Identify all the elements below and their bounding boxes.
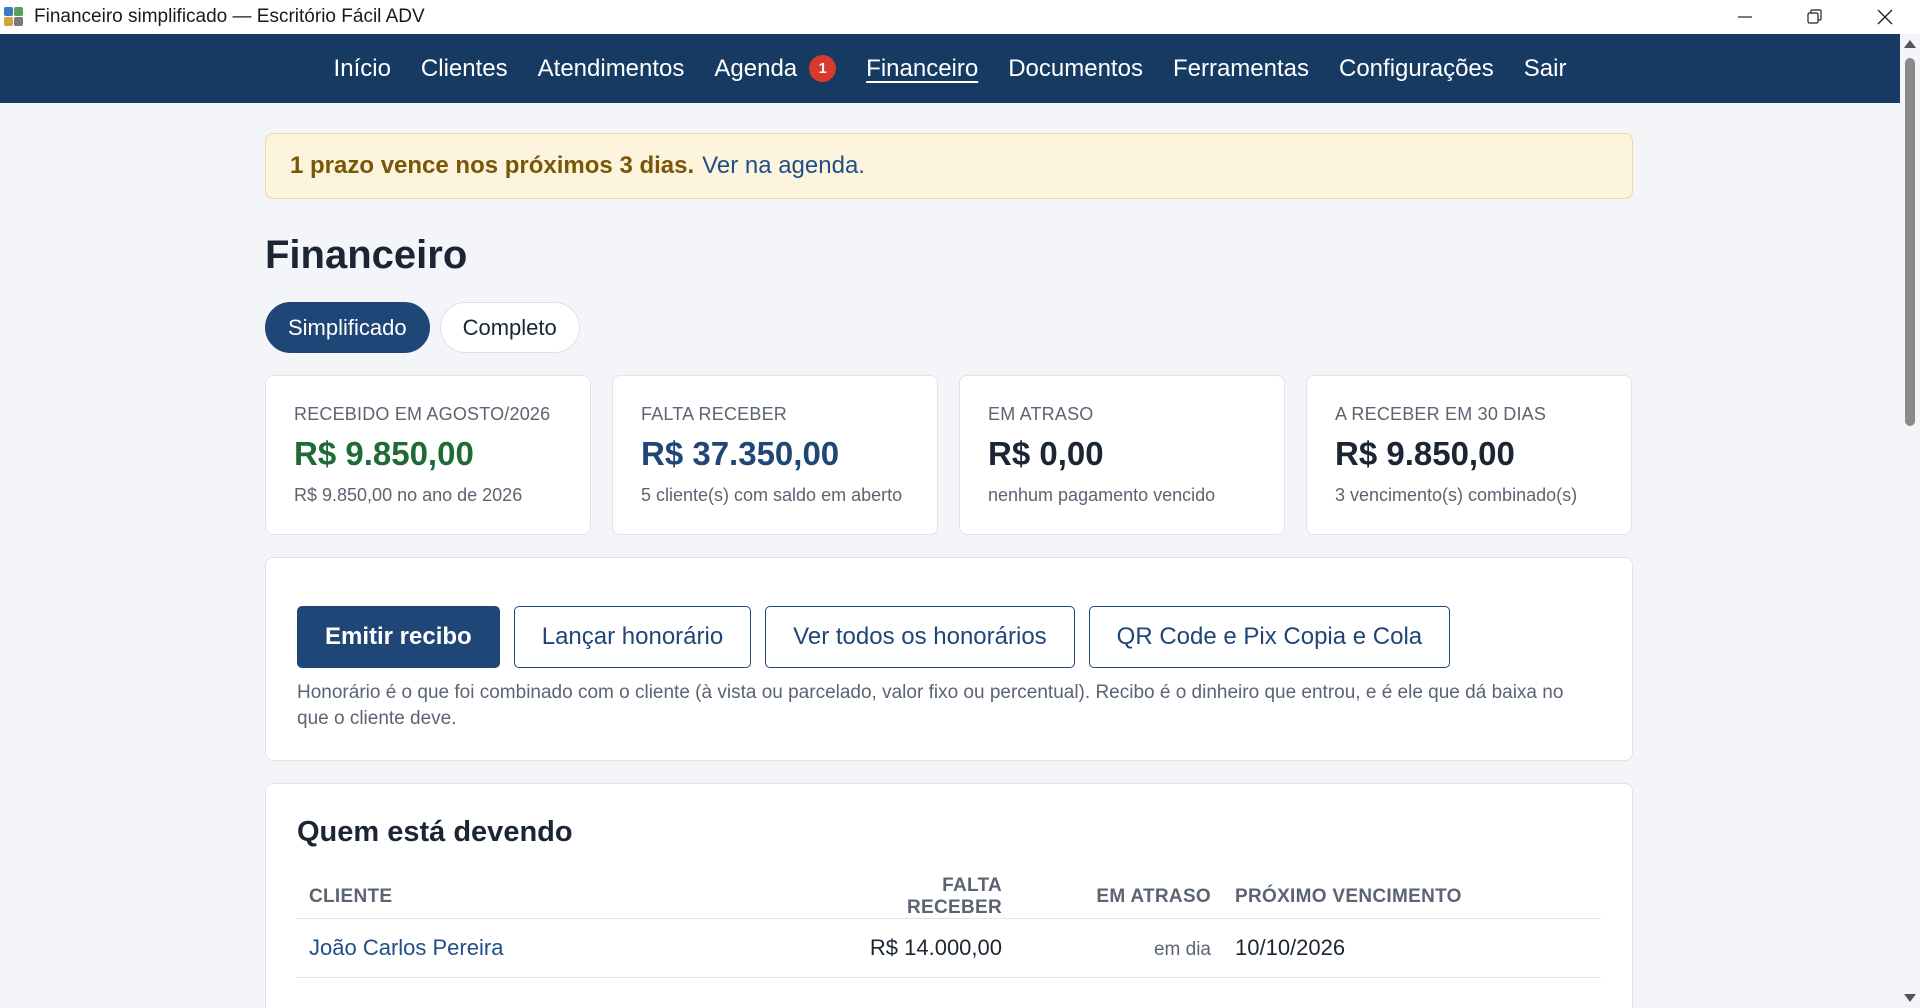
cell-next-due: 10/10/2026 (1235, 935, 1346, 960)
nav-inicio-label: Início (333, 54, 391, 82)
app-logo-icon (4, 7, 24, 27)
scroll-thumb[interactable] (1905, 58, 1915, 426)
help-text: Honorário é o que foi combinado com o cl… (297, 682, 1564, 729)
nav-documentos-label: Documentos (1008, 54, 1143, 82)
main-navbar: Início Clientes Atendimentos Agenda 1 Fin… (0, 34, 1900, 103)
stat-sub: nenhum pagamento vencido (988, 485, 1216, 505)
nav-configuracoes[interactable]: Configurações (1339, 55, 1494, 83)
add-fee-button[interactable]: Lançar honorário (513, 606, 752, 668)
nav-inicio[interactable]: Início (334, 55, 391, 83)
stat-label: FALTA RECEBER (641, 404, 787, 424)
col-header-next-due[interactable]: PRÓXIMO VENCIMENTO (1211, 886, 1462, 908)
cell-remaining: R$ 14.000,00 (869, 935, 1002, 960)
alert-agenda-link[interactable]: Ver na agenda. (702, 152, 865, 180)
page-title: Financeiro (265, 233, 468, 277)
emit-receipt-button[interactable]: Emitir recibo (297, 606, 500, 668)
restore-button[interactable] (1780, 0, 1850, 34)
stat-card-overdue: EM ATRASO R$ 0,00 nenhum pagamento venci… (959, 375, 1285, 535)
cell-overdue: em dia (1153, 939, 1211, 960)
col-header-client[interactable]: CLIENTE (297, 886, 862, 908)
stat-card-next-30-days: A RECEBER EM 30 DIAS R$ 9.850,00 3 venci… (1306, 375, 1632, 535)
stat-value: R$ 9.850,00 (294, 435, 474, 472)
table-row: João Carlos Pereira R$ 14.000,00 em dia … (297, 919, 1601, 978)
close-icon (1877, 9, 1893, 25)
vertical-scrollbar[interactable] (1900, 34, 1920, 1008)
main-content: 1 prazo vence nos próximos 3 dias. Ver n… (265, 103, 1633, 1008)
debtors-title: Quem está devendo (297, 816, 573, 848)
tab-completo[interactable]: Completo (439, 302, 580, 353)
nav-clientes[interactable]: Clientes (421, 55, 508, 83)
window-title: Financeiro simplificado — Escritório Fác… (34, 6, 425, 27)
nav-sair[interactable]: Sair (1524, 55, 1567, 83)
nav-ferramentas[interactable]: Ferramentas (1173, 55, 1309, 83)
nav-ferramentas-label: Ferramentas (1172, 54, 1309, 82)
tab-simplificado[interactable]: Simplificado (265, 302, 430, 353)
stat-label: RECEBIDO EM AGOSTO/2026 (294, 404, 551, 424)
stat-sub: R$ 9.850,00 no ano de 2026 (294, 485, 523, 505)
col-header-remaining[interactable]: FALTA RECEBER (862, 875, 1002, 919)
agenda-count-badge: 1 (809, 55, 837, 82)
nav-clientes-label: Clientes (420, 54, 508, 82)
stat-value: R$ 37.350,00 (641, 435, 840, 472)
nav-sair-label: Sair (1523, 54, 1567, 82)
window-titlebar: Financeiro simplificado — Escritório Fác… (0, 0, 1920, 34)
nav-agenda-label: Agenda (714, 54, 798, 82)
stat-card-remaining: FALTA RECEBER R$ 37.350,00 5 cliente(s) … (612, 375, 938, 535)
nav-agenda[interactable]: Agenda 1 (714, 54, 837, 83)
table-header: CLIENTE FALTA RECEBER EM ATRASO PRÓXIMO … (297, 875, 1601, 919)
minimize-icon (1738, 16, 1752, 18)
nav-financeiro[interactable]: Financeiro (866, 55, 978, 83)
col-header-overdue[interactable]: EM ATRASO (1002, 886, 1211, 908)
nav-atendimentos[interactable]: Atendimentos (538, 55, 685, 83)
summary-cards: RECEBIDO EM AGOSTO/2026 R$ 9.850,00 R$ 9… (265, 375, 1633, 535)
close-button[interactable] (1850, 0, 1920, 34)
view-mode-tabs: Simplificado Completo (265, 302, 1633, 353)
view-all-fees-button[interactable]: Ver todos os honorários (765, 606, 1075, 668)
deadline-alert: 1 prazo vence nos próximos 3 dias. Ver n… (265, 133, 1633, 199)
debtors-table: CLIENTE FALTA RECEBER EM ATRASO PRÓXIMO … (297, 875, 1601, 978)
minimize-button[interactable] (1710, 0, 1780, 34)
nav-documentos[interactable]: Documentos (1008, 55, 1143, 83)
pix-qrcode-button[interactable]: QR Code e Pix Copia e Cola (1088, 606, 1451, 668)
stat-value: R$ 9.850,00 (1335, 435, 1515, 472)
nav-configuracoes-label: Configurações (1339, 54, 1494, 82)
nav-atendimentos-label: Atendimentos (537, 54, 685, 82)
scroll-up-icon[interactable] (1904, 40, 1916, 48)
scroll-down-icon[interactable] (1904, 994, 1916, 1002)
stat-label: A RECEBER EM 30 DIAS (1335, 404, 1547, 424)
stat-card-received: RECEBIDO EM AGOSTO/2026 R$ 9.850,00 R$ 9… (265, 375, 591, 535)
stat-sub: 5 cliente(s) com saldo em aberto (641, 485, 903, 505)
debtors-card: Quem está devendo CLIENTE FALTA RECEBER … (265, 783, 1633, 1008)
stat-label: EM ATRASO (988, 404, 1094, 424)
alert-message: 1 prazo vence nos próximos 3 dias. (290, 152, 695, 179)
stat-sub: 3 vencimento(s) combinado(s) (1335, 485, 1578, 505)
restore-icon (1807, 9, 1822, 24)
nav-financeiro-label: Financeiro (866, 54, 979, 82)
client-link[interactable]: João Carlos Pereira (309, 935, 503, 960)
stat-value: R$ 0,00 (988, 435, 1104, 472)
actions-card: Emitir recibo Lançar honorário Ver todos… (265, 557, 1633, 761)
